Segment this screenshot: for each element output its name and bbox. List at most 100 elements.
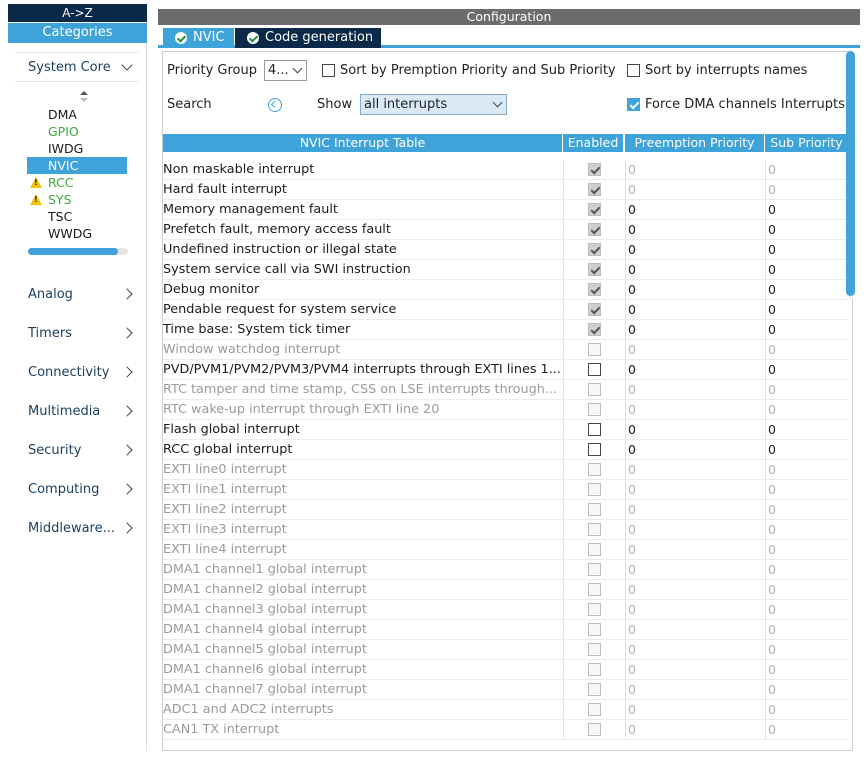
chevron-right-icon bbox=[121, 444, 133, 456]
sub-priority-cell: 0 bbox=[765, 520, 848, 539]
sub-priority-cell[interactable]: 0 bbox=[765, 360, 848, 379]
table-row[interactable]: Time base: System tick timer 0 0 bbox=[163, 320, 848, 340]
sub-priority-cell[interactable]: 0 bbox=[765, 220, 848, 239]
table-row[interactable]: System service call via SWI instruction 0… bbox=[163, 260, 848, 280]
vertical-scrollbar[interactable] bbox=[846, 51, 855, 299]
show-filter-select[interactable]: all interrupts bbox=[360, 94, 507, 115]
table-row[interactable]: Hard fault interrupt 0 0 bbox=[163, 180, 848, 200]
table-row[interactable]: Undefined instruction or illegal state 0 0 bbox=[163, 240, 848, 260]
table-row[interactable]: EXTI line2 interrupt 0 0 bbox=[163, 500, 848, 520]
tab-nvic[interactable]: NVIC bbox=[163, 28, 234, 48]
category-timers[interactable]: Timers bbox=[15, 318, 139, 348]
scrollbar-thumb[interactable] bbox=[28, 248, 118, 255]
sidebar-item-gpio[interactable]: GPIO bbox=[27, 123, 127, 140]
table-row[interactable]: Prefetch fault, memory access fault 0 0 bbox=[163, 220, 848, 240]
category-computing[interactable]: Computing bbox=[15, 474, 139, 504]
horizontal-scrollbar[interactable] bbox=[28, 248, 128, 255]
table-row[interactable]: PVD/PVM1/PVM2/PVM3/PVM4 interrupts throu… bbox=[163, 360, 848, 380]
column-header-enabled[interactable]: Enabled bbox=[563, 134, 624, 152]
enabled-checkbox bbox=[588, 523, 601, 536]
column-header-name[interactable]: NVIC Interrupt Table bbox=[163, 134, 563, 152]
sort-premption-checkbox[interactable] bbox=[322, 64, 335, 77]
scrollbar-thumb[interactable] bbox=[846, 51, 855, 296]
tab-a-to-z[interactable]: A->Z bbox=[8, 4, 147, 22]
column-header-sub-priority[interactable]: Sub Priority bbox=[765, 134, 848, 152]
sidebar-item-tsc[interactable]: TSC bbox=[27, 208, 127, 225]
preemption-priority-cell[interactable]: 0 bbox=[625, 420, 764, 439]
table-row[interactable]: DMA1 channel2 global interrupt 0 0 bbox=[163, 580, 848, 600]
table-row[interactable]: DMA1 channel5 global interrupt 0 0 bbox=[163, 640, 848, 660]
sub-priority-cell[interactable]: 0 bbox=[765, 280, 848, 299]
category-analog[interactable]: Analog bbox=[15, 279, 139, 309]
category-middleware[interactable]: Middleware... bbox=[15, 513, 139, 543]
table-row[interactable]: DMA1 channel3 global interrupt 0 0 bbox=[163, 600, 848, 620]
sub-priority-cell[interactable]: 0 bbox=[765, 180, 848, 199]
category-connectivity[interactable]: Connectivity bbox=[15, 357, 139, 387]
sidebar-item-nvic[interactable]: NVIC bbox=[27, 157, 127, 174]
sidebar-item-rcc[interactable]: RCC bbox=[27, 174, 127, 191]
search-icon[interactable] bbox=[268, 98, 282, 112]
sub-priority-cell[interactable]: 0 bbox=[765, 420, 848, 439]
sort-arrows-icon[interactable] bbox=[79, 91, 89, 103]
table-row[interactable]: Non maskable interrupt 0 0 bbox=[163, 160, 848, 180]
sub-priority-cell[interactable]: 0 bbox=[765, 200, 848, 219]
table-row[interactable]: ADC1 and ADC2 interrupts 0 0 bbox=[163, 700, 848, 720]
sidebar-item-wwdg[interactable]: WWDG bbox=[27, 225, 127, 242]
sort-names-checkbox[interactable] bbox=[627, 64, 640, 77]
preemption-priority-cell[interactable]: 0 bbox=[625, 160, 764, 179]
table-row[interactable]: EXTI line0 interrupt 0 0 bbox=[163, 460, 848, 480]
table-row[interactable]: EXTI line3 interrupt 0 0 bbox=[163, 520, 848, 540]
table-row[interactable]: Pendable request for system service 0 0 bbox=[163, 300, 848, 320]
preemption-priority-cell[interactable]: 0 bbox=[625, 320, 764, 339]
preemption-priority-cell[interactable]: 0 bbox=[625, 280, 764, 299]
table-row[interactable]: EXTI line1 interrupt 0 0 bbox=[163, 480, 848, 500]
category-multimedia[interactable]: Multimedia bbox=[15, 396, 139, 426]
table-row[interactable]: RCC global interrupt 0 0 bbox=[163, 440, 848, 460]
preemption-priority-cell[interactable]: 0 bbox=[625, 440, 764, 459]
enabled-checkbox[interactable] bbox=[588, 363, 601, 376]
preemption-priority-cell[interactable]: 0 bbox=[625, 200, 764, 219]
table-row[interactable]: RTC tamper and time stamp, CSS on LSE in… bbox=[163, 380, 848, 400]
tab-categories[interactable]: Categories bbox=[8, 23, 147, 43]
table-row[interactable]: CAN1 TX interrupt 0 0 bbox=[163, 720, 848, 740]
preemption-priority-cell[interactable]: 0 bbox=[625, 300, 764, 319]
enabled-cell bbox=[563, 400, 624, 419]
priority-group-select[interactable]: 4... bbox=[264, 60, 307, 81]
table-row[interactable]: Memory management fault 0 0 bbox=[163, 200, 848, 220]
preemption-priority-cell[interactable]: 0 bbox=[625, 180, 764, 199]
table-row[interactable]: DMA1 channel4 global interrupt 0 0 bbox=[163, 620, 848, 640]
force-dma-checkbox[interactable] bbox=[627, 98, 640, 111]
preemption-priority-cell[interactable]: 0 bbox=[625, 360, 764, 379]
table-row[interactable]: RTC wake-up interrupt through EXTI line … bbox=[163, 400, 848, 420]
table-row[interactable]: DMA1 channel1 global interrupt 0 0 bbox=[163, 560, 848, 580]
table-row[interactable]: Flash global interrupt 0 0 bbox=[163, 420, 848, 440]
sub-priority-cell[interactable]: 0 bbox=[765, 240, 848, 259]
table-row[interactable]: DMA1 channel6 global interrupt 0 0 bbox=[163, 660, 848, 680]
sidebar-item-dma[interactable]: DMA bbox=[27, 106, 127, 123]
chevron-right-icon bbox=[121, 483, 133, 495]
sub-priority-cell[interactable]: 0 bbox=[765, 160, 848, 179]
table-row[interactable]: EXTI line4 interrupt 0 0 bbox=[163, 540, 848, 560]
sidebar-item-iwdg[interactable]: IWDG bbox=[27, 140, 127, 157]
enabled-checkbox[interactable] bbox=[588, 443, 601, 456]
enabled-checkbox[interactable] bbox=[588, 423, 601, 436]
preemption-priority-cell[interactable]: 0 bbox=[625, 240, 764, 259]
enabled-cell bbox=[563, 480, 624, 499]
sub-priority-cell[interactable]: 0 bbox=[765, 260, 848, 279]
tab-code-generation[interactable]: Code generation bbox=[235, 28, 381, 48]
preemption-priority-cell[interactable]: 0 bbox=[625, 220, 764, 239]
sidebar-item-sys[interactable]: SYS bbox=[27, 191, 127, 208]
table-row[interactable]: DMA1 channel7 global interrupt 0 0 bbox=[163, 680, 848, 700]
sub-priority-cell[interactable]: 0 bbox=[765, 320, 848, 339]
tab-label: NVIC bbox=[193, 30, 225, 45]
sub-priority-cell[interactable]: 0 bbox=[765, 300, 848, 319]
sub-priority-cell: 0 bbox=[765, 540, 848, 559]
category-security[interactable]: Security bbox=[15, 435, 139, 465]
interrupt-name: EXTI line3 interrupt bbox=[163, 522, 287, 537]
preemption-priority-cell[interactable]: 0 bbox=[625, 260, 764, 279]
table-row[interactable]: Debug monitor 0 0 bbox=[163, 280, 848, 300]
category-system-core[interactable]: System Core bbox=[15, 52, 139, 82]
table-row[interactable]: Window watchdog interrupt 0 0 bbox=[163, 340, 848, 360]
column-header-preemption[interactable]: Preemption Priority bbox=[625, 134, 765, 152]
sub-priority-cell[interactable]: 0 bbox=[765, 440, 848, 459]
